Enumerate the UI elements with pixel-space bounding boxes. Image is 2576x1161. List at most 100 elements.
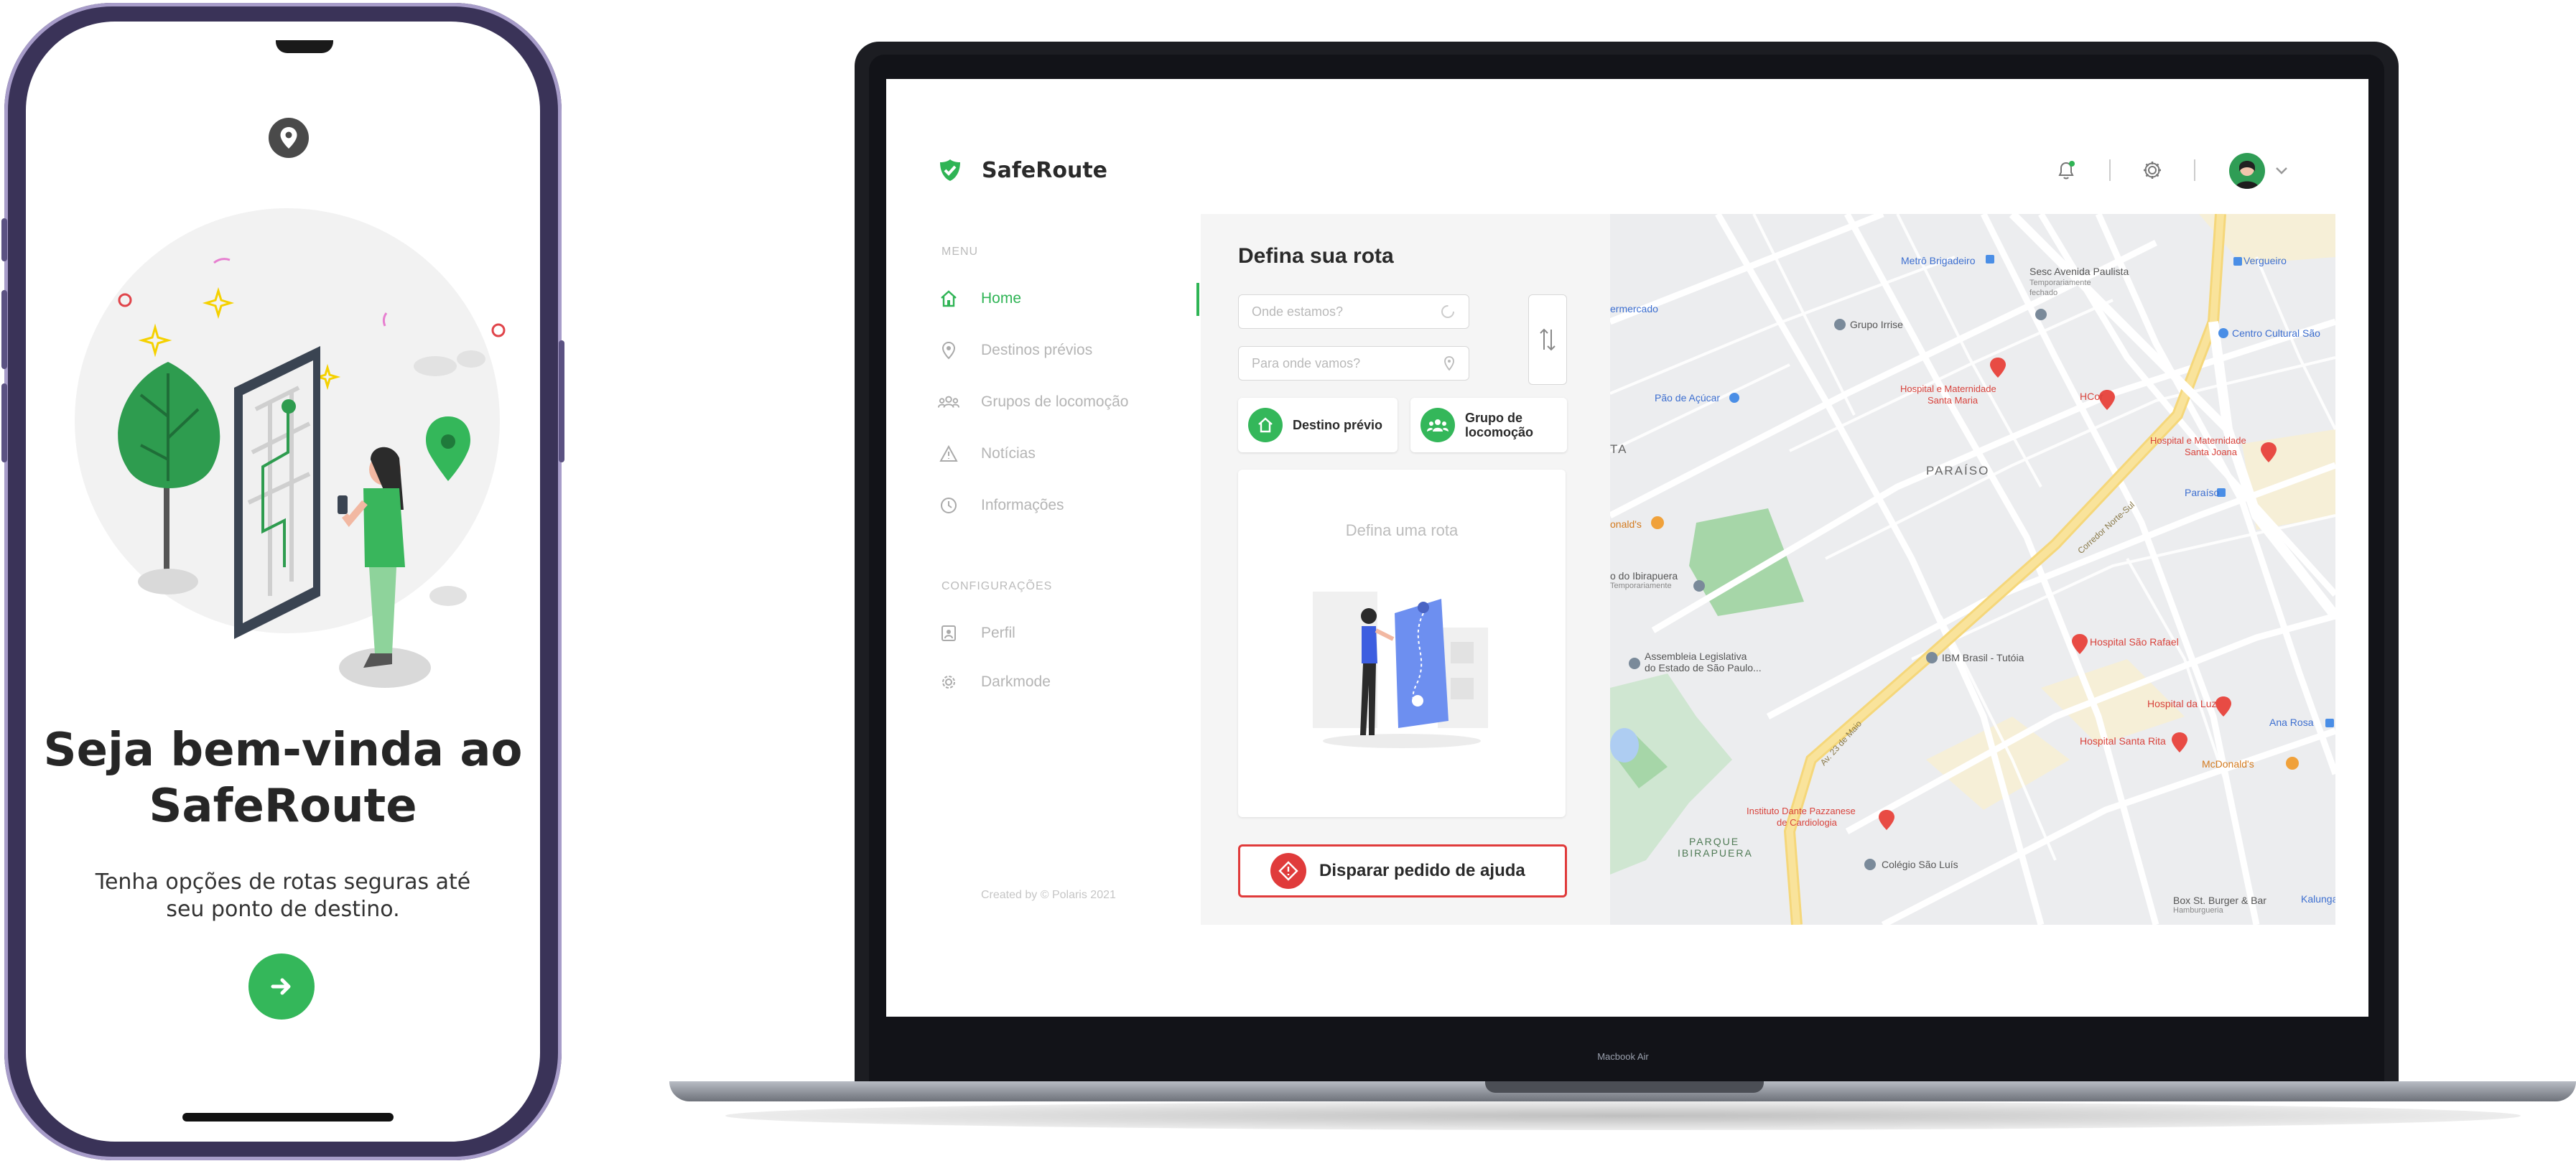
destino-previo-label: Destino prévio	[1293, 418, 1383, 432]
route-panel-title: Defina sua rota	[1238, 244, 1394, 268]
sidebar-item-label: Destinos prévios	[981, 342, 1093, 358]
help-request-label: Disparar pedido de ajuda	[1319, 861, 1525, 880]
sidebar-item-noticias[interactable]: Notícias	[938, 439, 1036, 468]
sidebar-item-destinos-previos[interactable]: Destinos prévios	[938, 336, 1092, 365]
welcome-subtitle: Tenha opções de rotas seguras até seu po…	[95, 869, 471, 922]
map-label: onald's	[1610, 518, 1642, 530]
sidebar-item-label: Notícias	[981, 445, 1036, 462]
swap-route-button[interactable]	[1528, 294, 1567, 385]
map-label: fechado	[2029, 289, 2058, 297]
sidebar-item-label: Home	[981, 290, 1022, 307]
sidebar-item-home[interactable]: Home	[938, 284, 1021, 313]
laptop-model-label: Macbook Air	[1597, 1051, 1649, 1062]
swap-arrows-icon	[1540, 328, 1556, 351]
map-label: Temporariamente	[1610, 582, 1672, 590]
home-icon	[1248, 408, 1283, 442]
map-label: Temporariamente	[2029, 279, 2091, 287]
map-label: Grupo Irrise	[1850, 319, 1903, 330]
next-button[interactable]	[248, 953, 315, 1020]
location-pin-icon	[1444, 356, 1454, 371]
sidebar-item-perfil[interactable]: Perfil	[938, 619, 1015, 648]
profile-icon	[938, 623, 959, 644]
map-view[interactable]: Metrô Brigadeiro Sesc Avenida Paulista T…	[1610, 214, 2335, 925]
header-divider	[2109, 159, 2111, 181]
map-label: do Estado de São Paulo...	[1645, 662, 1762, 673]
destination-input-placeholder: Para onde vamos?	[1252, 355, 1361, 370]
footer-credit: Created by © Polaris 2021	[981, 889, 1116, 901]
grupo-locomocao-label-1: Grupo de	[1465, 411, 1522, 425]
header-divider	[2194, 159, 2195, 181]
sidebar-item-label: Grupos de locomoção	[981, 393, 1129, 410]
map-label: Ana Rosa	[2269, 717, 2314, 728]
location-pin-icon	[269, 118, 309, 158]
map-label: Kalunga	[2301, 893, 2335, 905]
grupo-locomocao-button[interactable]: Grupo de locomoção	[1410, 398, 1567, 452]
sidebar-item-label: Perfil	[981, 625, 1015, 641]
map-label: Vergueiro	[2243, 255, 2287, 266]
map-label: Assembleia Legislativa	[1645, 651, 1747, 662]
map-district-label: TA	[1610, 442, 1628, 456]
map-label: IBM Brasil - Tutóia	[1942, 652, 2024, 663]
phone-volume-up-button	[1, 290, 7, 369]
group-icon	[1420, 408, 1455, 442]
map-label: Centro Cultural São	[2232, 327, 2320, 339]
arrow-right-icon	[271, 978, 291, 995]
empty-route-illustration	[1313, 592, 1488, 748]
phone-notch	[276, 40, 333, 53]
map-label: Sesc Avenida Paulista	[2029, 266, 2129, 277]
map-label: Santa Maria	[1928, 395, 1979, 406]
home-indicator	[182, 1113, 394, 1122]
sidebar-item-grupos-de-locomocao[interactable]: Grupos de locomoção	[938, 388, 1128, 416]
app-window: SafeRoute MENU Home Destinos prévios Gru…	[886, 79, 2368, 1017]
route-panel: Defina sua rota Onde estamos? Para onde …	[1201, 214, 1610, 925]
phone-power-button	[559, 340, 564, 462]
phone-side-button	[1, 218, 7, 261]
route-result-box: Defina uma rota	[1238, 470, 1566, 817]
laptop-shadow	[725, 1101, 2521, 1130]
clock-icon	[938, 495, 959, 516]
welcome-title: Seja bem-vinda ao SafeRoute	[43, 724, 523, 833]
warning-icon	[938, 443, 959, 465]
logo-shield-check-icon	[940, 159, 960, 181]
sidebar-item-label: Darkmode	[981, 673, 1051, 690]
map-label: Hospital e Maternidade	[2150, 435, 2246, 446]
map-label: o do Ibirapuera	[1610, 570, 1678, 582]
notification-bell-icon[interactable]	[2054, 158, 2078, 182]
destination-input[interactable]: Para onde vamos?	[1238, 346, 1469, 381]
empty-route-text: Defina uma rota	[1345, 521, 1459, 539]
chevron-down-icon[interactable]	[2272, 161, 2291, 179]
map-label: Colégio São Luís	[1882, 859, 1958, 870]
map-label: Box St. Burger & Bar	[2173, 895, 2266, 906]
map-label: Instituto Dante Pazzanese	[1747, 806, 1856, 816]
map-label: Santa Joana	[2185, 447, 2238, 457]
help-request-button[interactable]: Disparar pedido de ajuda	[1238, 844, 1567, 897]
map-label: Hamburgueria	[2173, 906, 2223, 915]
map-label: Hospital da Luz	[2147, 698, 2217, 709]
map-label: Pão de Açúcar	[1655, 392, 1721, 404]
alert-icon	[1270, 853, 1306, 889]
map-district-label: PARAÍSO	[1926, 464, 1990, 477]
sidebar-item-informacoes[interactable]: Informações	[938, 491, 1064, 520]
map-label: Hospital e Maternidade	[1900, 383, 1996, 394]
map-label: de Cardiologia	[1777, 817, 1837, 828]
origin-input[interactable]: Onde estamos?	[1238, 294, 1469, 329]
map-roads	[1610, 214, 2335, 925]
map-label: Metrô Brigadeiro	[1901, 255, 1976, 266]
brand-name: SafeRoute	[982, 158, 1108, 183]
gear-icon[interactable]	[2140, 158, 2165, 182]
map-label: Hospital São Rafael	[2090, 636, 2179, 648]
map-label: HCor	[2080, 391, 2103, 402]
destino-previo-button[interactable]: Destino prévio	[1238, 398, 1398, 452]
menu-heading: MENU	[941, 246, 979, 258]
map-label: ermercado	[1610, 303, 1658, 314]
map-label: Paraíso	[2185, 487, 2220, 498]
sidebar-item-darkmode[interactable]: Darkmode	[938, 668, 1051, 696]
avatar[interactable]	[2229, 153, 2265, 189]
active-indicator	[1196, 283, 1199, 316]
home-icon	[938, 288, 959, 309]
map-park-label: IBIRAPUERA	[1678, 847, 1753, 859]
map-label: McDonald's	[2202, 758, 2254, 770]
loading-icon	[1441, 305, 1454, 318]
group-icon	[938, 391, 959, 413]
sidebar-item-label: Informações	[981, 497, 1064, 513]
